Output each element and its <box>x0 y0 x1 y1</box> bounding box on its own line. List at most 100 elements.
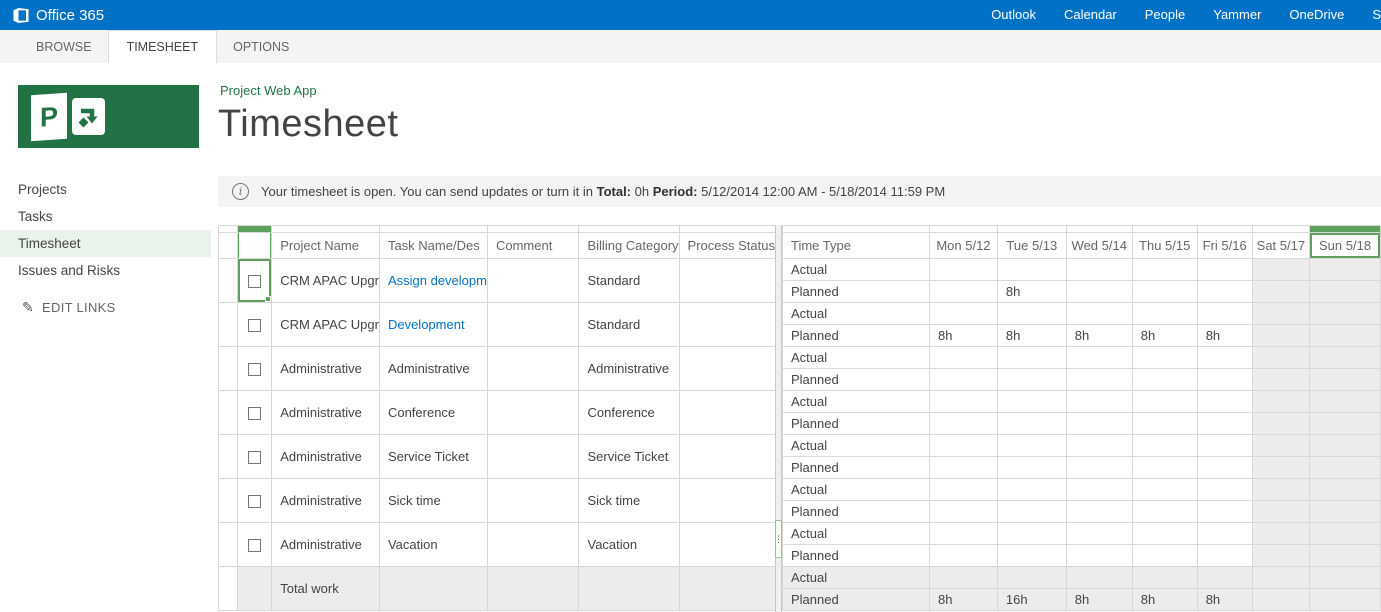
grid-splitter[interactable]: ⋮ <box>775 225 782 612</box>
hour-cell[interactable]: 8h <box>997 281 1066 303</box>
hour-cell[interactable] <box>929 347 997 369</box>
hour-cell-weekend[interactable] <box>1252 413 1309 435</box>
hour-cell[interactable] <box>1132 347 1197 369</box>
hour-cell[interactable] <box>1197 479 1252 501</box>
hour-cell[interactable] <box>1132 435 1197 457</box>
hour-cell[interactable] <box>1197 303 1252 325</box>
hour-cell[interactable] <box>997 413 1066 435</box>
row-indicator[interactable] <box>219 391 238 435</box>
cell-billing-category[interactable]: Standard <box>579 259 679 303</box>
hour-cell[interactable] <box>1132 523 1197 545</box>
hour-cell-weekend[interactable] <box>1252 501 1309 523</box>
row-indicator[interactable] <box>219 435 238 479</box>
hour-cell[interactable] <box>1197 523 1252 545</box>
hour-cell[interactable] <box>1066 523 1132 545</box>
suite-nav-outlook[interactable]: Outlook <box>977 0 1050 30</box>
hour-cell-weekend[interactable] <box>1252 303 1309 325</box>
hour-cell-weekend[interactable] <box>1252 545 1309 567</box>
cell-task-name[interactable]: Sick time <box>379 479 487 523</box>
hour-cell[interactable] <box>929 303 997 325</box>
hour-cell[interactable] <box>997 435 1066 457</box>
hour-cell[interactable] <box>1066 259 1132 281</box>
hour-cell[interactable] <box>929 391 997 413</box>
fill-handle[interactable] <box>265 296 271 302</box>
cell-comment[interactable] <box>487 479 579 523</box>
row-select-cell[interactable] <box>237 435 271 479</box>
cell-comment[interactable] <box>487 303 579 347</box>
cell-task-name[interactable]: Vacation <box>379 523 487 567</box>
hour-cell[interactable] <box>1132 501 1197 523</box>
hour-cell[interactable] <box>1066 413 1132 435</box>
suite-nav-onedrive[interactable]: OneDrive <box>1275 0 1358 30</box>
hour-cell[interactable] <box>1132 391 1197 413</box>
hour-cell-weekend[interactable] <box>1310 523 1381 545</box>
column-header-wed[interactable]: Wed 5/14 <box>1066 233 1132 259</box>
tab-options[interactable]: OPTIONS <box>217 30 305 63</box>
row-indicator[interactable] <box>219 303 238 347</box>
hour-cell[interactable] <box>1066 457 1132 479</box>
column-header-tue[interactable]: Tue 5/13 <box>997 233 1066 259</box>
hour-cell[interactable] <box>997 479 1066 501</box>
hour-cell-weekend[interactable] <box>1252 347 1309 369</box>
office365-logo[interactable]: Office 365 <box>0 7 104 24</box>
hour-cell-weekend[interactable] <box>1252 479 1309 501</box>
row-select-cell[interactable] <box>237 391 271 435</box>
cell-billing-category[interactable]: Sick time <box>579 479 679 523</box>
splitter-drag-handle[interactable]: ⋮ <box>775 520 782 558</box>
cell-billing-category[interactable]: Vacation <box>579 523 679 567</box>
hour-cell[interactable] <box>1066 281 1132 303</box>
cell-project-name[interactable]: Administrative <box>272 479 380 523</box>
hour-cell[interactable] <box>1197 281 1252 303</box>
hour-cell-weekend[interactable] <box>1252 435 1309 457</box>
hour-cell[interactable] <box>997 457 1066 479</box>
hour-cell[interactable] <box>1132 303 1197 325</box>
hour-cell-weekend[interactable] <box>1252 259 1309 281</box>
cell-process-status[interactable] <box>679 303 775 347</box>
hour-cell-weekend[interactable] <box>1310 369 1381 391</box>
hour-cell[interactable] <box>1066 435 1132 457</box>
hour-cell-weekend[interactable] <box>1310 259 1381 281</box>
hour-cell[interactable] <box>1132 479 1197 501</box>
hour-cell-weekend[interactable] <box>1310 347 1381 369</box>
hour-cell-weekend[interactable] <box>1252 325 1309 347</box>
column-header-thu[interactable]: Thu 5/15 <box>1132 233 1197 259</box>
hour-cell[interactable] <box>929 501 997 523</box>
column-header-billing-category[interactable]: Billing Category <box>579 233 679 259</box>
cell-task-name[interactable]: Development <box>379 303 487 347</box>
cell-comment[interactable] <box>487 391 579 435</box>
cell-project-name[interactable]: Administrative <box>272 435 380 479</box>
column-header-task-name[interactable]: Task Name/Des <box>379 233 487 259</box>
tab-timesheet[interactable]: TIMESHEET <box>108 30 218 63</box>
row-select-cell[interactable] <box>237 303 271 347</box>
column-header-mon[interactable]: Mon 5/12 <box>929 233 997 259</box>
suite-nav-sites[interactable]: S <box>1358 0 1381 30</box>
hour-cell[interactable] <box>929 545 997 567</box>
hour-cell-weekend[interactable] <box>1252 457 1309 479</box>
row-select-cell[interactable] <box>237 479 271 523</box>
hour-cell[interactable] <box>1066 303 1132 325</box>
hour-cell[interactable] <box>929 479 997 501</box>
cell-task-name[interactable]: Assign developm <box>379 259 487 303</box>
hour-cell[interactable] <box>929 435 997 457</box>
hour-cell[interactable] <box>929 259 997 281</box>
hour-cell-weekend[interactable] <box>1310 501 1381 523</box>
row-checkbox[interactable] <box>248 451 261 464</box>
row-indicator[interactable] <box>219 479 238 523</box>
task-link[interactable]: Assign developm <box>388 273 487 288</box>
cell-comment[interactable] <box>487 259 579 303</box>
hour-cell-weekend[interactable] <box>1310 391 1381 413</box>
cell-comment[interactable] <box>487 347 579 391</box>
hour-cell-weekend[interactable] <box>1252 523 1309 545</box>
column-header-time-type[interactable]: Time Type <box>783 233 930 259</box>
cell-billing-category[interactable]: Administrative <box>579 347 679 391</box>
hour-cell[interactable] <box>1066 501 1132 523</box>
hour-cell-weekend[interactable] <box>1310 325 1381 347</box>
hour-cell[interactable] <box>1132 281 1197 303</box>
task-link[interactable]: Development <box>388 317 465 332</box>
cell-process-status[interactable] <box>679 391 775 435</box>
hour-cell[interactable] <box>1197 347 1252 369</box>
hour-cell-weekend[interactable] <box>1310 413 1381 435</box>
checkbox-column-header[interactable] <box>237 233 271 259</box>
hour-cell[interactable] <box>997 545 1066 567</box>
cell-task-name[interactable]: Service Ticket <box>379 435 487 479</box>
